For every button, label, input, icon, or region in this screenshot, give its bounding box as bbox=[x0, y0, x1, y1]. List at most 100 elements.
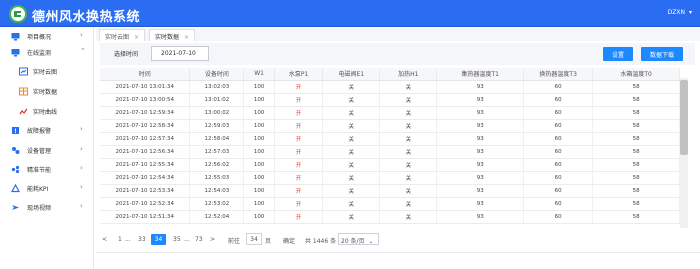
close-icon[interactable]: × bbox=[134, 34, 139, 41]
download-button[interactable]: 数据下载 bbox=[641, 47, 683, 61]
tab-label: 实时数据 bbox=[155, 34, 180, 41]
page-35[interactable]: 35 bbox=[173, 234, 181, 245]
chevron-right-icon: › bbox=[80, 202, 83, 210]
sidebar-item-overview[interactable]: 项目概况 › bbox=[0, 29, 94, 43]
sidebar-item-realtime-cloud[interactable]: 实时云图 bbox=[0, 64, 94, 78]
table-cell: 关 bbox=[322, 171, 381, 185]
close-icon[interactable]: × bbox=[184, 34, 189, 41]
table-row[interactable]: 2021-07-10 12:59:34 13:00:02 100 开关关 93 60 58 bbox=[100, 106, 680, 120]
table-row[interactable]: 2021-07-10 12:55:34 12:56:02 100 开关关 93 60 58 bbox=[100, 158, 680, 172]
table-cell: 60 bbox=[523, 132, 594, 146]
pager-ellipsis-right[interactable]: ... bbox=[184, 234, 190, 245]
page-34-current[interactable]: 34 bbox=[151, 234, 166, 245]
kpi-icon bbox=[11, 184, 20, 193]
column-header: 水泵P1 bbox=[274, 68, 324, 81]
tab-realtime-cloud[interactable]: 实时云图 × bbox=[99, 29, 146, 41]
table-cell: 93 bbox=[436, 132, 525, 146]
monitor-icon bbox=[11, 33, 20, 41]
table-cell: 关 bbox=[379, 158, 438, 172]
sidebar-item-alarm[interactable]: 故障报警 › bbox=[0, 123, 94, 137]
table-cell: 60 bbox=[523, 158, 594, 172]
table-cell: 2021-07-10 12:53:34 bbox=[100, 184, 191, 198]
page-73[interactable]: 73 bbox=[195, 234, 203, 245]
table-row[interactable]: 2021-07-10 13:01:34 13:02:03 100 开关关 93 60 58 bbox=[100, 80, 680, 94]
table-cell: 58 bbox=[592, 158, 680, 172]
table-row[interactable]: 2021-07-10 12:51:34 12:52:04 100 开关关 93 60 58 bbox=[100, 210, 680, 224]
chevron-down-icon: ▾ bbox=[688, 9, 692, 16]
table-row[interactable]: 2021-07-10 12:52:34 12:53:02 100 开关关 93 60 58 bbox=[100, 197, 680, 211]
next-page-button[interactable]: > bbox=[210, 234, 215, 245]
table-cell: 100 bbox=[243, 184, 275, 198]
table-cell: 100 bbox=[243, 158, 275, 172]
table-row[interactable]: 2021-07-10 13:00:54 13:01:02 100 开关关 93 60 58 bbox=[100, 93, 680, 107]
sidebar-item-monitoring[interactable]: 在线监测 ⌃ bbox=[0, 45, 94, 59]
page-33[interactable]: 33 bbox=[138, 234, 146, 245]
curve-icon bbox=[19, 108, 28, 115]
scrollbar-thumb[interactable] bbox=[680, 80, 688, 155]
date-picker-input[interactable]: 2021-07-10 bbox=[151, 46, 209, 61]
table-cell: 关 bbox=[379, 132, 438, 146]
table-cell: 60 bbox=[523, 184, 594, 198]
table-row[interactable]: 2021-07-10 12:53:34 12:54:03 100 开关关 93 60 58 bbox=[100, 184, 680, 198]
table-cell: 93 bbox=[436, 145, 525, 159]
table-cell: 93 bbox=[436, 106, 525, 120]
table-cell: 关 bbox=[379, 80, 438, 94]
table-cell: 关 bbox=[379, 145, 438, 159]
table-cell: 开 bbox=[274, 93, 324, 107]
sidebar-item-label: 故障报警 bbox=[27, 128, 52, 135]
energy-icon bbox=[11, 165, 20, 174]
table-cell: 58 bbox=[592, 145, 680, 159]
table-cell: 关 bbox=[322, 119, 381, 133]
confirm-button[interactable]: 确定 bbox=[283, 234, 295, 245]
sidebar-item-realtime-curve[interactable]: 实时曲线 bbox=[0, 104, 94, 118]
app-title: 德州风水换热系统 bbox=[32, 10, 141, 25]
table-cell: 2021-07-10 12:59:34 bbox=[100, 106, 191, 120]
sidebar-item-kpi[interactable]: 能耗KPI › bbox=[0, 181, 94, 195]
goto-page-input[interactable]: 34 bbox=[246, 233, 262, 245]
page-1[interactable]: 1 bbox=[118, 234, 122, 245]
table-cell: 58 bbox=[592, 119, 680, 133]
table-cell: 2021-07-10 13:00:54 bbox=[100, 93, 191, 107]
table-cell: 开 bbox=[274, 80, 324, 94]
divider bbox=[96, 252, 700, 253]
table-cell: 2021-07-10 12:56:34 bbox=[100, 145, 191, 159]
table-cell: 58 bbox=[592, 106, 680, 120]
table-cell: 12:56:02 bbox=[189, 158, 245, 172]
table-row[interactable]: 2021-07-10 12:57:34 12:58:04 100 开关关 93 60 58 bbox=[100, 132, 680, 146]
table-cell: 关 bbox=[322, 80, 381, 94]
sidebar-item-realtime-data[interactable]: 实时数据 bbox=[0, 84, 94, 98]
table-cell: 开 bbox=[274, 119, 324, 133]
table-cell: 12:58:04 bbox=[189, 132, 245, 146]
cloud-chart-icon bbox=[19, 67, 28, 76]
table-cell: 58 bbox=[592, 197, 680, 211]
prev-page-button[interactable]: < bbox=[102, 234, 107, 245]
table-cell: 60 bbox=[523, 171, 594, 185]
table-row[interactable]: 2021-07-10 12:58:34 12:59:03 100 开关关 93 60 58 bbox=[100, 119, 680, 133]
page-unit-label: 页 bbox=[265, 238, 272, 245]
page-size-select[interactable]: 20 条/页 ⌄ bbox=[338, 233, 379, 245]
table-cell: 58 bbox=[592, 93, 680, 107]
table-cell: 关 bbox=[322, 132, 381, 146]
settings-button[interactable]: 设置 bbox=[603, 47, 633, 61]
table-row[interactable]: 2021-07-10 12:56:34 12:57:03 100 开关关 93 60 58 bbox=[100, 145, 680, 159]
pager-ellipsis-left[interactable]: ... bbox=[125, 234, 131, 245]
table-cell: 60 bbox=[523, 80, 594, 94]
table-row[interactable]: 2021-07-10 12:54:34 12:55:03 100 开关关 93 60 58 bbox=[100, 171, 680, 185]
table-cell: 100 bbox=[243, 132, 275, 146]
tab-realtime-data[interactable]: 实时数据 × bbox=[149, 29, 196, 41]
chevron-right-icon: › bbox=[80, 164, 83, 172]
sidebar-item-energy[interactable]: 精准节能 › bbox=[0, 162, 94, 176]
table-cell: 93 bbox=[436, 158, 525, 172]
device-icon bbox=[12, 147, 20, 154]
sidebar-item-device[interactable]: 设备管理 › bbox=[0, 143, 94, 157]
table-cell: 93 bbox=[436, 80, 525, 94]
table-cell: 开 bbox=[274, 210, 324, 224]
table-cell: 58 bbox=[592, 171, 680, 185]
sidebar-item-video[interactable]: 现场视频 › bbox=[0, 200, 94, 214]
table-cell: 开 bbox=[274, 145, 324, 159]
chevron-right-icon: › bbox=[80, 145, 83, 153]
table-scrollbar[interactable] bbox=[680, 78, 688, 228]
table-cell: 100 bbox=[243, 171, 275, 185]
filter-toolbar: 选择时间 2021-07-10 设置 数据下载 bbox=[100, 43, 695, 65]
user-menu[interactable]: DZXN ▾ bbox=[668, 9, 692, 16]
